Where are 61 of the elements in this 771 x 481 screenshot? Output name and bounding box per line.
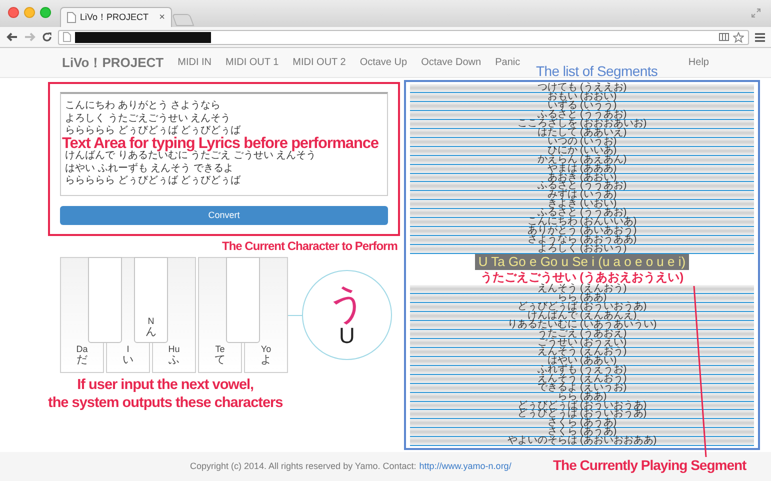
segment-row[interactable]: どぅびどぅば (おういおうあ) (410, 303, 754, 312)
nav-link[interactable]: Octave Down (421, 55, 482, 70)
romaji-label: U Ta Go e Go u Se i (u a o e o u e i) (475, 254, 689, 270)
segment-row[interactable]: けんばんで (えんあんえ) (410, 312, 754, 321)
key-romaji: Te (215, 344, 225, 354)
address-bar[interactable] (58, 30, 749, 44)
annotation-text: The Current Character to Perform (222, 239, 398, 254)
brand-title[interactable]: LiVo！PROJECT (62, 52, 164, 72)
fullscreen-icon[interactable] (751, 8, 761, 18)
star-icon[interactable] (733, 32, 744, 42)
key-romaji: I (126, 344, 130, 354)
piano-key[interactable] (226, 257, 260, 343)
minimize-icon[interactable] (24, 7, 35, 18)
key-kana: だ (76, 354, 88, 366)
reader-icon[interactable] (719, 33, 729, 41)
key-kana: い (122, 354, 134, 366)
piano-key[interactable]: N ん (134, 257, 168, 343)
convert-button[interactable]: Convert (60, 206, 388, 225)
key-romaji: Da (76, 344, 88, 354)
copyright-text: Copyright (c) 2014. All rights reserved by Yamo. Contact: (190, 460, 416, 473)
current-segment[interactable]: うたごえごうせい (うあおえおうえい) (480, 270, 684, 284)
contact-link[interactable]: http://www.yamo-n.org/ (419, 460, 512, 474)
reload-icon[interactable] (42, 32, 52, 42)
page-icon (67, 12, 76, 23)
annotation-text: If user input the next vowel, the system outputs these characters (48, 376, 283, 412)
nav-link[interactable]: Octave Up (360, 55, 408, 70)
annotation-text: The list of Segments (536, 62, 658, 81)
key-kana: よ (260, 354, 272, 366)
segment-row[interactable]: つけても (うええお) (410, 84, 754, 93)
annotation-text: The Currently Playing Segment (553, 456, 746, 475)
menu-icon[interactable] (755, 32, 765, 42)
browser-tab[interactable]: LiVo！PROJECT × (60, 7, 172, 27)
segment-row[interactable]: はたして (ああいえ) (410, 128, 754, 138)
segment-row[interactable]: やよいのそらは (あおいおおああ) (410, 437, 754, 446)
forward-icon[interactable] (24, 32, 36, 42)
back-icon[interactable] (6, 32, 18, 42)
close-icon[interactable] (8, 7, 19, 18)
nav-link[interactable]: MIDI OUT 2 (292, 55, 346, 70)
segment-row[interactable]: りあるたいむに (いあうあいうい) (410, 320, 754, 330)
segment-row[interactable]: できるよ (えいうお) (410, 384, 754, 393)
tab-title: LiVo！PROJECT (80, 10, 150, 24)
current-romaji: U (339, 325, 355, 347)
key-romaji: Yo (260, 344, 272, 354)
key-kana: て (214, 354, 226, 366)
segment-row[interactable]: かえらん (あえあん) (410, 156, 754, 165)
close-tab-icon[interactable]: × (159, 12, 165, 22)
page-icon (63, 32, 71, 42)
current-kana: う (326, 283, 368, 325)
nav-link[interactable]: MIDI OUT 1 (226, 55, 279, 70)
nav-link[interactable]: MIDI IN (178, 55, 212, 70)
segment-row[interactable]: よろしく (おおいう) (410, 245, 754, 254)
maximize-icon[interactable] (40, 7, 51, 18)
segment-row[interactable]: どぅびどぅば (おういおうあ) (410, 402, 754, 410)
piano-keyboard[interactable]: Da だ I い N ん Hu ふ Te て Yo よ (60, 257, 288, 373)
piano-key[interactable] (88, 257, 122, 343)
nav-link[interactable]: Help (688, 55, 709, 70)
segment-row[interactable]: さようなら (あおうああ) (410, 236, 754, 246)
key-kana: ふ (168, 354, 180, 366)
nav-link[interactable]: Panic (495, 55, 520, 70)
segment-row[interactable]: こころざしを (おおおあいお) (410, 120, 754, 129)
key-romaji: Hu (168, 344, 180, 354)
